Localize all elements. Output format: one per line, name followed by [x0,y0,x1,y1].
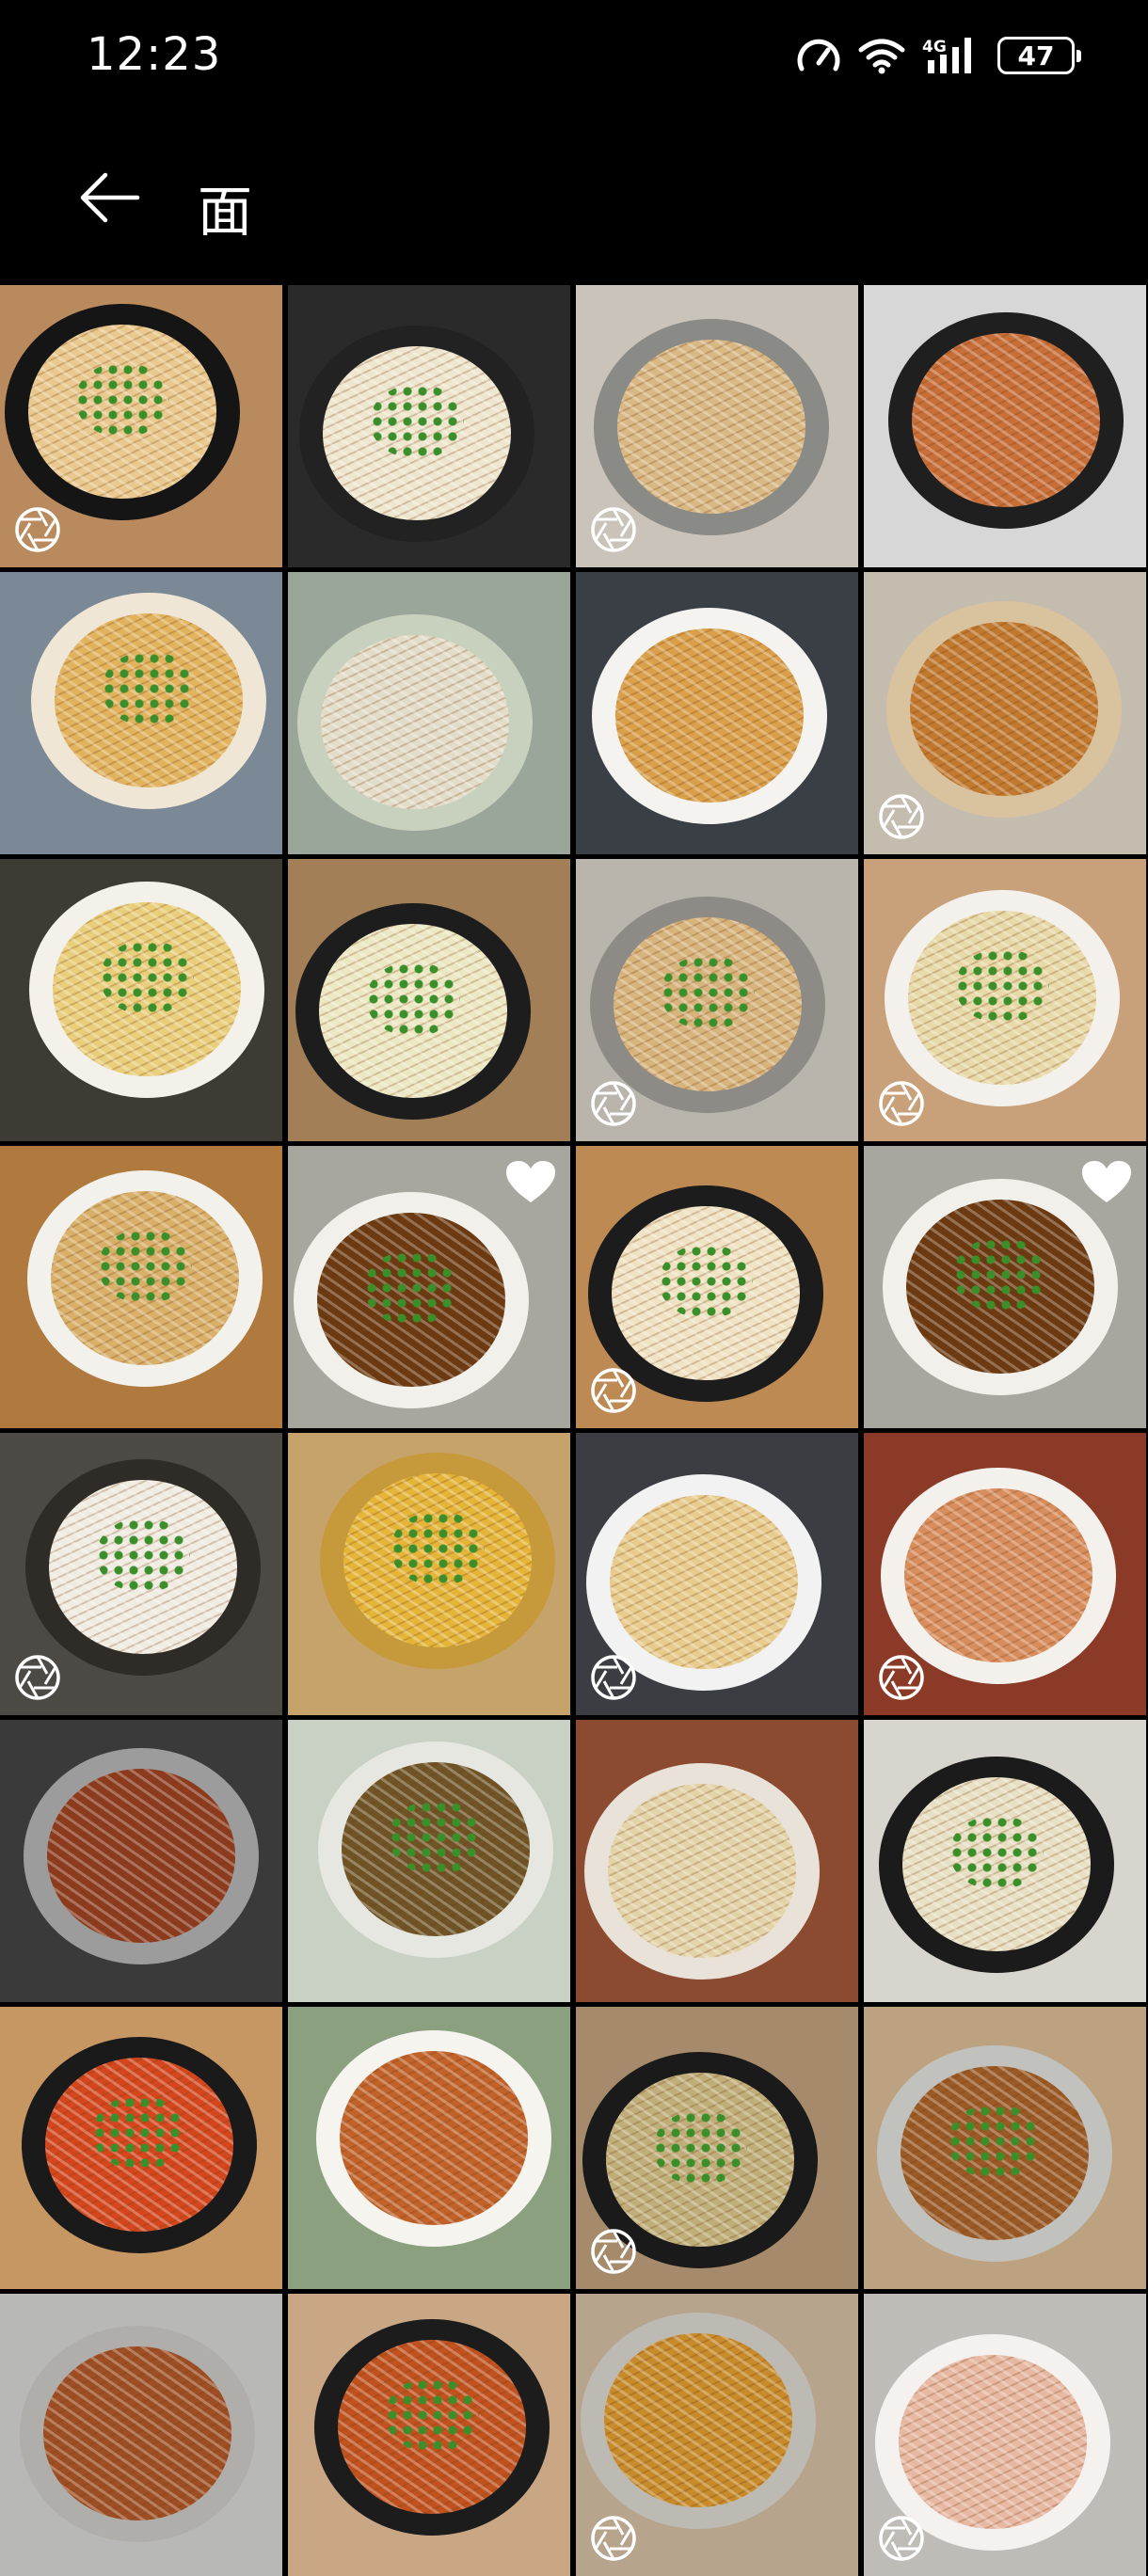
photo-thumbnail[interactable] [576,285,858,567]
photo-thumbnail[interactable] [576,1433,858,1715]
status-icons: 4G 47 [796,32,1081,79]
photo-thumbnail[interactable] [576,2294,858,2576]
live-photo-icon [589,2227,638,2276]
photo-thumbnail[interactable] [288,1720,570,2002]
heart-icon[interactable] [504,1159,557,1206]
noodles-shape [904,1488,1092,1662]
photo-thumbnail[interactable] [0,1720,282,2002]
photo-thumbnail[interactable] [288,285,570,567]
garnish-shape [92,2095,186,2171]
photo-thumbnail[interactable] [576,2007,858,2289]
noodles-shape [321,635,509,809]
photo-thumbnail[interactable] [864,1720,1146,2002]
garnish-shape [364,1250,458,1326]
photo-thumbnail[interactable] [864,2294,1146,2576]
garnish-shape [949,1815,1044,1890]
photo-thumbnail[interactable] [0,1146,282,1428]
photo-thumbnail[interactable] [288,1146,570,1428]
photo-thumbnail[interactable] [288,1433,570,1715]
noodles-shape [912,333,1100,507]
noodles-shape [47,1769,235,1943]
live-photo-icon [877,2514,926,2563]
heart-icon[interactable] [1080,1159,1133,1206]
live-photo-icon [589,505,638,554]
garnish-shape [948,2104,1042,2179]
photo-thumbnail[interactable] [864,1433,1146,1715]
photo-thumbnail[interactable] [0,285,282,567]
photo-thumbnail[interactable] [288,572,570,854]
garnish-shape [370,384,464,459]
live-photo-icon [877,1079,926,1128]
garnish-shape [96,1518,190,1593]
status-time: 12:23 [87,28,222,81]
network-label: 4G [922,38,947,56]
back-button[interactable] [66,160,151,235]
photo-thumbnail[interactable] [288,2294,570,2576]
noodles-shape [340,2051,528,2225]
photo-thumbnail[interactable] [0,2294,282,2576]
noodles-shape [617,340,805,514]
arrow-left-icon [80,172,140,223]
photo-thumbnail[interactable] [864,285,1146,567]
signal-4g-icon: 4G [922,38,971,73]
garnish-shape [659,1244,753,1319]
photo-thumbnail[interactable] [864,859,1146,1141]
garnish-shape [391,1511,485,1586]
photo-thumbnail[interactable] [0,859,282,1141]
garnish-shape [75,362,169,437]
garnish-shape [100,940,194,1015]
photo-thumbnail[interactable] [576,1720,858,2002]
photo-grid [0,285,1148,2576]
garnish-shape [389,1800,483,1875]
noodles-shape [43,2346,231,2520]
live-photo-icon [877,1653,926,1702]
noodles-shape [608,1784,796,1958]
live-photo-icon [13,1653,62,1702]
live-photo-icon [589,2514,638,2563]
photo-thumbnail[interactable] [0,2007,282,2289]
photo-thumbnail[interactable] [576,1146,858,1428]
speed-icon [797,39,840,72]
garnish-shape [385,2377,479,2453]
photo-thumbnail[interactable] [0,572,282,854]
photo-thumbnail[interactable] [0,1433,282,1715]
status-bar: 12:23 4G 47 [0,0,1148,113]
photo-thumbnail[interactable] [864,1146,1146,1428]
noodles-shape [604,2333,792,2507]
photo-thumbnail[interactable] [576,572,858,854]
garnish-shape [98,1229,192,1304]
garnish-shape [953,1237,1047,1312]
garnish-shape [366,962,460,1037]
app-bar: 面 [0,141,1148,254]
wifi-icon [858,39,905,74]
photo-thumbnail[interactable] [288,859,570,1141]
garnish-shape [653,2110,747,2186]
garnish-shape [955,948,1049,1024]
live-photo-icon [589,1653,638,1702]
page-title: 面 [198,180,253,244]
live-photo-icon [13,505,62,554]
photo-thumbnail[interactable] [864,2007,1146,2289]
live-photo-icon [589,1079,638,1128]
photo-thumbnail[interactable] [576,859,858,1141]
photo-thumbnail[interactable] [288,2007,570,2289]
garnish-shape [102,651,196,726]
battery-icon: 47 [997,37,1081,74]
live-photo-icon [589,1366,638,1415]
noodles-shape [610,1495,798,1669]
noodles-shape [899,2355,1087,2529]
battery-level: 47 [1017,40,1055,72]
noodles-shape [615,628,804,803]
garnish-shape [661,955,755,1030]
noodles-shape [910,622,1098,796]
live-photo-icon [877,792,926,841]
photo-thumbnail[interactable] [864,572,1146,854]
